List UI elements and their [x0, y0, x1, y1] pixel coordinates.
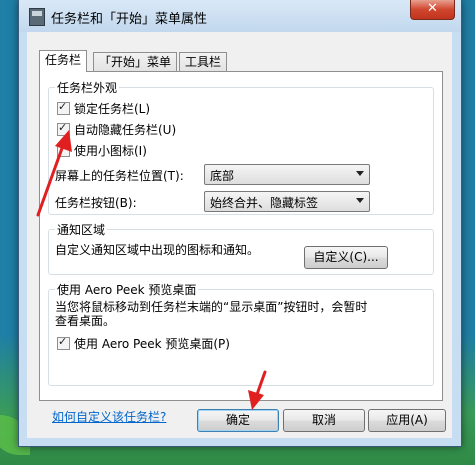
apply-button[interactable]: 应用(A)	[368, 409, 446, 432]
group-title-notification: 通知区域	[55, 221, 108, 238]
taskbar-appearance-group: 任务栏外观 锁定任务栏(L) 自动隐藏任务栏(U) 使用小图标(I) 屏幕上的任…	[48, 79, 434, 215]
tab-taskbar[interactable]: 任务栏	[39, 50, 88, 72]
taskbar-location-value: 底部	[210, 169, 235, 183]
taskbar-buttons-label: 任务栏按钮(B):	[55, 196, 137, 210]
notification-description: 自定义通知区域中出现的图标和通知。	[55, 243, 260, 257]
taskbar-help-link[interactable]: 如何自定义该任务栏?	[52, 408, 166, 425]
taskbar-buttons-value: 始终合并、隐藏标签	[210, 196, 319, 210]
aero-peek-description-line2: 查看桌面。	[55, 314, 116, 328]
aero-peek-label: 使用 Aero Peek 预览桌面(P)	[74, 337, 230, 351]
group-title-aero-peek: 使用 Aero Peek 预览桌面	[55, 281, 199, 298]
auto-hide-label: 自动隐藏任务栏(U)	[74, 123, 177, 137]
aero-peek-group: 使用 Aero Peek 预览桌面 当您将鼠标移动到任务栏末端的“显示桌面”按钮…	[48, 281, 434, 386]
tab-toolbars[interactable]: 工具栏	[179, 52, 228, 71]
ok-button[interactable]: 确定	[197, 409, 279, 432]
lock-taskbar-label: 锁定任务栏(L)	[74, 102, 151, 116]
chevron-down-icon	[356, 171, 364, 176]
taskbar-tab-panel: 任务栏外观 锁定任务栏(L) 自动隐藏任务栏(U) 使用小图标(I) 屏幕上的任…	[39, 71, 443, 424]
taskbar-properties-dialog: 任务栏和「开始」菜单属性 ✕ 任务栏 「开始」菜单 工具栏 任务栏外观 锁定任务…	[18, 0, 462, 447]
taskbar-location-label: 屏幕上的任务栏位置(T):	[55, 169, 184, 183]
small-icons-label: 使用小图标(I)	[74, 144, 147, 158]
chevron-down-icon	[356, 198, 364, 203]
taskbar-location-select[interactable]: 底部	[204, 164, 370, 185]
notification-area-group: 通知区域 自定义通知区域中出现的图标和通知。 自定义(C)...	[48, 221, 434, 275]
close-button[interactable]: ✕	[410, 0, 455, 20]
cancel-button[interactable]: 取消	[283, 409, 365, 432]
group-title-appearance: 任务栏外观	[55, 79, 120, 96]
lock-taskbar-checkbox[interactable]	[57, 100, 70, 115]
taskbar-properties-icon	[29, 8, 45, 26]
small-icons-checkbox[interactable]	[57, 144, 70, 157]
taskbar-buttons-select[interactable]: 始终合并、隐藏标签	[204, 191, 370, 212]
customize-notifications-button[interactable]: 自定义(C)...	[304, 246, 388, 269]
title-bar[interactable]: 任务栏和「开始」菜单属性 ✕	[19, 0, 461, 32]
auto-hide-checkbox[interactable]	[57, 121, 70, 136]
aero-peek-description-line1: 当您将鼠标移动到任务栏末端的“显示桌面”按钮时，会暂时	[55, 300, 368, 314]
tab-start-menu[interactable]: 「开始」菜单	[93, 52, 178, 71]
aero-peek-checkbox[interactable]	[57, 335, 70, 350]
dialog-client-area: 任务栏 「开始」菜单 工具栏 任务栏外观 锁定任务栏(L) 自动隐藏任务栏(U)…	[27, 32, 452, 438]
window-title: 任务栏和「开始」菜单属性	[51, 12, 208, 27]
